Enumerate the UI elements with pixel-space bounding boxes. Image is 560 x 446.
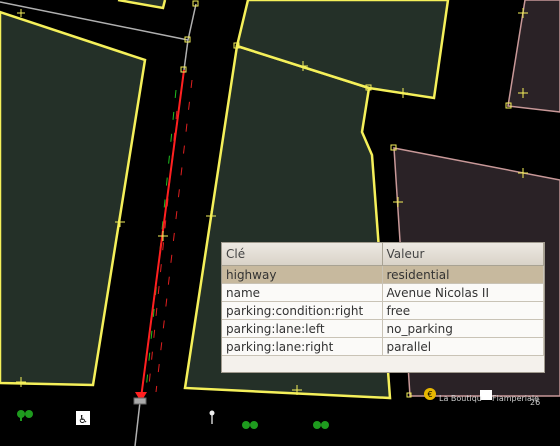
building-right-top[interactable] [507, 0, 560, 113]
house-number: 26 [530, 398, 541, 407]
tag-table: Clé Valeur highway residential name Avenue … [222, 243, 544, 356]
tag-value-cell[interactable]: no_parking [382, 319, 544, 338]
tag-key-cell[interactable]: parking:lane:right [222, 337, 383, 356]
tag-key-cell[interactable]: name [222, 283, 383, 302]
table-row[interactable]: parking:condition:right free [222, 301, 544, 320]
tree-icon[interactable] [17, 410, 33, 421]
tag-table-popup: Clé Valeur highway residential name Avenue … [221, 242, 545, 373]
building-left[interactable] [0, 10, 147, 387]
tree-icon[interactable] [313, 421, 329, 429]
svg-text:€: € [427, 390, 432, 399]
building-top-left[interactable] [117, 0, 167, 10]
selected-node[interactable] [133, 397, 147, 405]
lamp-icon[interactable] [209, 410, 215, 425]
table-row[interactable]: parking:lane:right parallel [222, 337, 544, 356]
table-row[interactable]: parking:lane:left no_parking [222, 319, 544, 338]
column-header-key[interactable]: Clé [222, 243, 383, 266]
tree-icon[interactable] [242, 421, 258, 429]
tag-value-cell[interactable]: parallel [382, 337, 544, 356]
way-grey-diag[interactable] [187, 3, 197, 41]
map-canvas[interactable]: ♿ € [0, 0, 560, 446]
tag-key-cell[interactable]: highway [222, 265, 383, 284]
tag-value-cell[interactable]: residential [382, 265, 544, 284]
tag-value-cell[interactable]: Avenue Nicolas II [382, 283, 544, 302]
tag-key-cell[interactable]: parking:condition:right [222, 301, 383, 320]
table-row[interactable]: highway residential [222, 265, 544, 284]
svg-text:♿: ♿ [78, 413, 88, 426]
tag-key-cell[interactable]: parking:lane:left [222, 319, 383, 338]
way-grey-connect[interactable] [183, 39, 189, 71]
column-header-value[interactable]: Valeur [382, 243, 544, 266]
toilets-icon[interactable]: ♿ [76, 411, 90, 426]
shop-label: La Boutiqu [439, 394, 482, 403]
bank-icon[interactable]: € [424, 388, 436, 400]
tag-value-cell[interactable]: free [382, 301, 544, 320]
table-row[interactable]: name Avenue Nicolas II [222, 283, 544, 302]
way-grey-bottom[interactable] [134, 401, 141, 446]
